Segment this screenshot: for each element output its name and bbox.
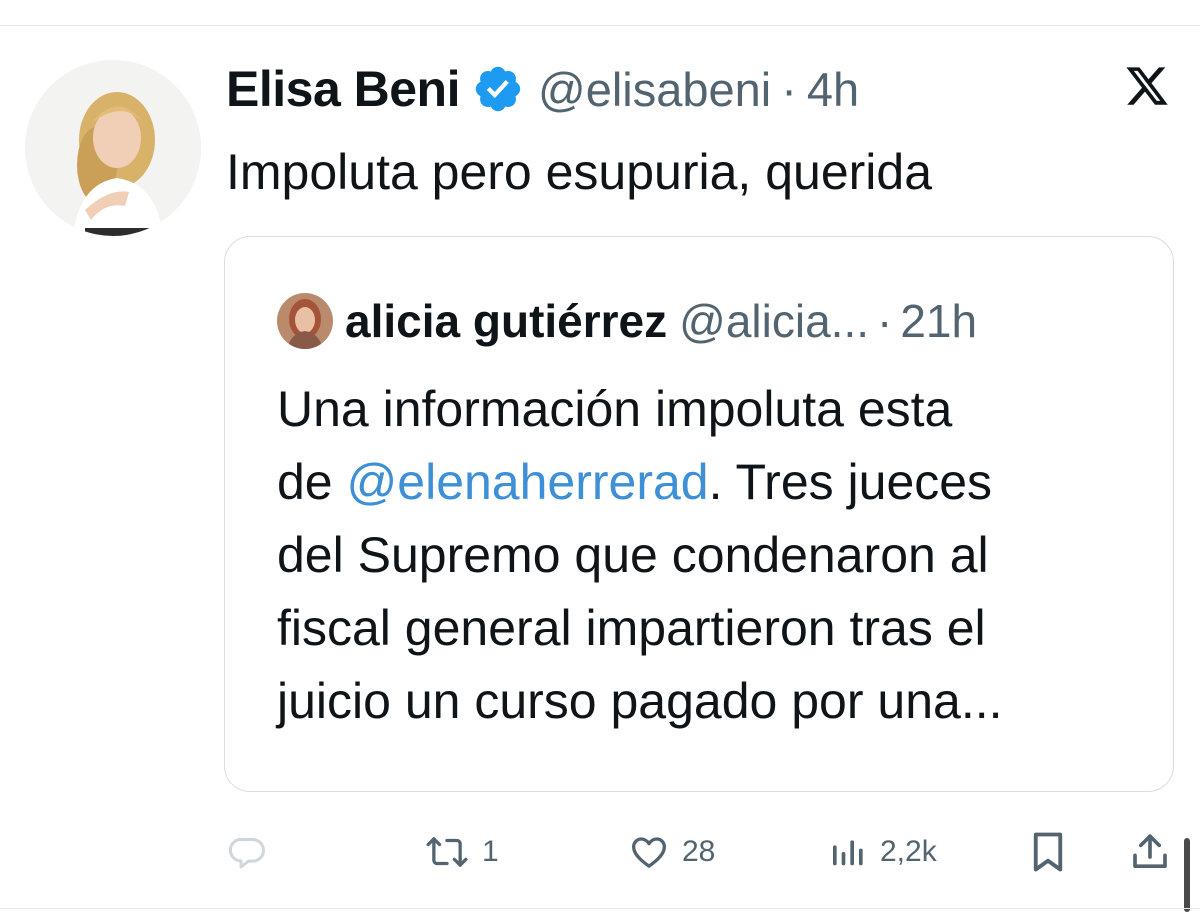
mention-link[interactable]: @elenaherrerad xyxy=(347,454,709,510)
quoted-text-line: del Supremo que condenaron al xyxy=(277,527,989,583)
like-button[interactable]: 28 xyxy=(628,822,715,882)
top-divider xyxy=(0,25,1200,26)
quoted-author-name[interactable]: alicia gutiérrez xyxy=(345,294,667,348)
views-button[interactable]: 2,2k xyxy=(828,822,937,882)
quoted-author-avatar[interactable] xyxy=(277,293,333,349)
quoted-tweet-timestamp[interactable]: 21h xyxy=(900,294,977,348)
views-icon xyxy=(828,832,868,872)
quoted-tweet-text: Una información impoluta esta de @elenah… xyxy=(277,373,1157,738)
heart-icon xyxy=(628,832,670,872)
tweet-action-bar: 1 28 2,2k xyxy=(0,822,1200,882)
views-count: 2,2k xyxy=(880,835,937,868)
quoted-text-line: de @elenaherrerad. Tres jueces xyxy=(277,446,1157,519)
share-button[interactable] xyxy=(1130,822,1170,882)
reply-button[interactable] xyxy=(226,822,266,882)
x-logo-icon xyxy=(1122,63,1172,109)
bookmark-button[interactable] xyxy=(1030,822,1066,882)
verified-badge-icon[interactable] xyxy=(472,63,524,115)
author-name[interactable]: Elisa Beni xyxy=(226,60,461,118)
quoted-text-line: fiscal general impartieron tras el xyxy=(277,600,986,656)
author-handle[interactable]: @elisabeni xyxy=(538,62,771,117)
quoted-text-line: juicio un curso pagado por una... xyxy=(277,673,1003,729)
bottom-divider xyxy=(0,908,1200,909)
retweet-button[interactable]: 1 xyxy=(424,822,499,882)
tweet-text: Impoluta pero esupuria, querida xyxy=(226,144,933,200)
retweet-count: 1 xyxy=(482,835,499,868)
quoted-text-segment: . Tres jueces xyxy=(708,454,993,510)
tweet-timestamp[interactable]: 4h xyxy=(807,62,859,117)
quoted-tweet-header: alicia gutiérrez @alicia... · 21h xyxy=(277,291,977,351)
reply-icon xyxy=(226,832,266,872)
author-avatar[interactable] xyxy=(25,60,201,236)
like-count: 28 xyxy=(682,835,716,868)
separator-dot: · xyxy=(781,62,797,116)
quoted-text-segment: de xyxy=(277,454,347,510)
separator-dot: · xyxy=(877,295,893,347)
quoted-author-handle[interactable]: @alicia... xyxy=(679,294,869,348)
quoted-tweet-card[interactable]: alicia gutiérrez @alicia... · 21h Una in… xyxy=(224,236,1174,792)
retweet-icon xyxy=(424,832,470,872)
quoted-text-line: Una información impoluta esta xyxy=(277,381,953,437)
scrollbar[interactable] xyxy=(1184,838,1190,912)
tweet-header: Elisa Beni @elisabeni · 4h xyxy=(226,56,859,122)
bookmark-icon xyxy=(1030,831,1066,873)
share-icon xyxy=(1130,831,1170,873)
